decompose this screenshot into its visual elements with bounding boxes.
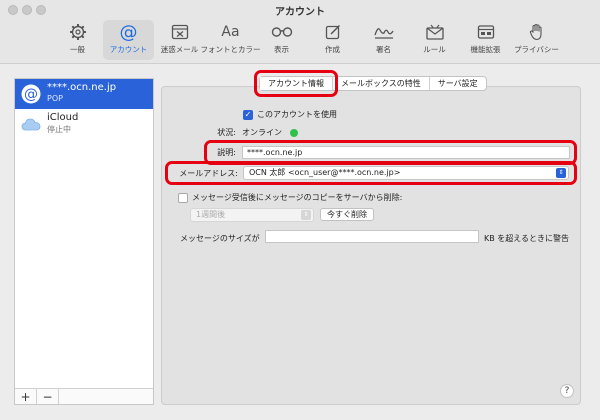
email-address-value: OCN 太郎 <ocn_user@****.ocn.ne.jp> xyxy=(249,168,401,177)
font-icon: Aa xyxy=(221,24,240,40)
toolbar-label: プライバシー xyxy=(514,45,559,54)
tab-account-info[interactable]: アカウント情報 xyxy=(260,77,333,90)
email-row: メールアドレス: xyxy=(172,168,238,179)
toolbar-label: 機能拡張 xyxy=(470,45,501,54)
toolbar-signatures[interactable]: 署名 xyxy=(358,20,409,60)
rules-icon xyxy=(423,22,447,42)
toolbar-fonts-colors[interactable]: Aa フォントとカラー xyxy=(201,20,261,60)
enable-account-row: ✓ このアカウントを使用 xyxy=(243,109,337,120)
hand-icon xyxy=(525,22,549,42)
signature-icon xyxy=(372,22,396,42)
toolbar-label: アカウント xyxy=(109,45,148,54)
status-row: 状況: オンライン xyxy=(192,127,298,138)
description-row: 説明: xyxy=(192,147,236,158)
description-label: 説明: xyxy=(217,148,236,157)
toolbar-extensions[interactable]: 機能拡張 xyxy=(460,20,511,60)
extensions-icon xyxy=(474,22,498,42)
online-status-dot xyxy=(290,128,298,137)
account-status: 停止中 xyxy=(47,125,71,134)
toolbar-label: フォントとカラー xyxy=(200,45,261,54)
remove-after-select[interactable]: 1週間後 ⇕ xyxy=(190,208,314,222)
sidebar-footer: + − xyxy=(15,388,153,404)
remove-now-button[interactable]: 今すぐ削除 xyxy=(320,208,374,221)
account-name: iCloud xyxy=(47,112,79,123)
status-value: オンライン xyxy=(242,128,282,137)
at-icon: @ xyxy=(119,21,138,43)
enable-account-label: このアカウントを使用 xyxy=(257,110,337,119)
glasses-icon xyxy=(270,22,294,42)
toolbar-label: 署名 xyxy=(376,45,391,54)
toolbar-junk[interactable]: 迷惑メール xyxy=(154,20,205,60)
preferences-toolbar: 一般 @ アカウント 迷惑メール Aa フォントとカラー 表示 作成 署名 ルー… xyxy=(52,20,562,62)
toolbar-rules[interactable]: ルール xyxy=(409,20,460,60)
toolbar-general[interactable]: 一般 xyxy=(52,20,103,60)
cloud-icon xyxy=(21,114,41,134)
chevron-updown-icon: ⇕ xyxy=(556,168,566,178)
description-field[interactable]: ****.ocn.ne.jp xyxy=(242,146,570,159)
toolbar-label: 迷惑メール xyxy=(160,45,199,54)
toolbar-viewing[interactable]: 表示 xyxy=(256,20,307,60)
account-item-ocn[interactable]: @ ****.ocn.ne.jp POP xyxy=(15,79,153,109)
add-account-button[interactable]: + xyxy=(15,389,37,404)
remove-copy-label: メッセージ受信後にメッセージのコピーをサーバから削除: xyxy=(192,193,403,202)
toolbar-accounts[interactable]: @ アカウント xyxy=(103,20,154,60)
gear-icon xyxy=(66,22,90,42)
message-size-field[interactable] xyxy=(265,230,479,243)
account-type: POP xyxy=(47,94,63,103)
tab-server-settings[interactable]: サーバ設定 xyxy=(430,77,486,90)
tab-mailbox-behaviors[interactable]: メールボックスの特性 xyxy=(333,77,430,90)
email-address-select[interactable]: OCN 太郎 <ocn_user@****.ocn.ne.jp> ⇕ xyxy=(243,166,569,180)
toolbar-label: 表示 xyxy=(274,45,289,54)
remove-after-value: 1週間後 xyxy=(196,210,226,219)
account-name: ****.ocn.ne.jp xyxy=(47,82,117,93)
message-size-row: メッセージのサイズが xyxy=(180,233,260,244)
status-label: 状況: xyxy=(217,128,236,137)
at-icon: @ xyxy=(21,84,41,104)
title-bar: アカウント 一般 @ アカウント 迷惑メール Aa フォントとカラー 表示 作成… xyxy=(0,0,600,64)
remove-account-button[interactable]: − xyxy=(37,389,59,404)
toolbar-composing[interactable]: 作成 xyxy=(307,20,358,60)
chevron-updown-icon: ⇕ xyxy=(301,210,311,220)
window-title: アカウント xyxy=(275,7,325,18)
account-item-icloud[interactable]: iCloud 停止中 xyxy=(15,109,153,139)
toolbar-label: 一般 xyxy=(70,45,85,54)
accounts-sidebar: @ ****.ocn.ne.jp POP iCloud 停止中 + − xyxy=(14,78,154,405)
email-label: メールアドレス: xyxy=(179,169,238,178)
message-size-suffix: KB を超えるときに警告 xyxy=(484,234,570,243)
help-button[interactable]: ? xyxy=(560,384,574,398)
message-size-label: メッセージのサイズが xyxy=(180,234,260,243)
enable-account-checkbox[interactable]: ✓ xyxy=(243,109,253,120)
settings-tabs: アカウント情報 メールボックスの特性 サーバ設定 xyxy=(259,76,487,91)
remove-copy-row: メッセージ受信後にメッセージのコピーをサーバから削除: xyxy=(178,192,402,203)
svg-text:@: @ xyxy=(24,87,38,103)
message-size-suffix-row: KB を超えるときに警告 xyxy=(484,233,569,244)
junk-icon xyxy=(168,22,192,42)
remove-copy-checkbox[interactable] xyxy=(178,192,188,203)
toolbar-privacy[interactable]: プライバシー xyxy=(511,20,562,60)
compose-icon xyxy=(321,22,345,42)
toolbar-label: 作成 xyxy=(325,45,340,54)
toolbar-label: ルール xyxy=(423,45,446,54)
